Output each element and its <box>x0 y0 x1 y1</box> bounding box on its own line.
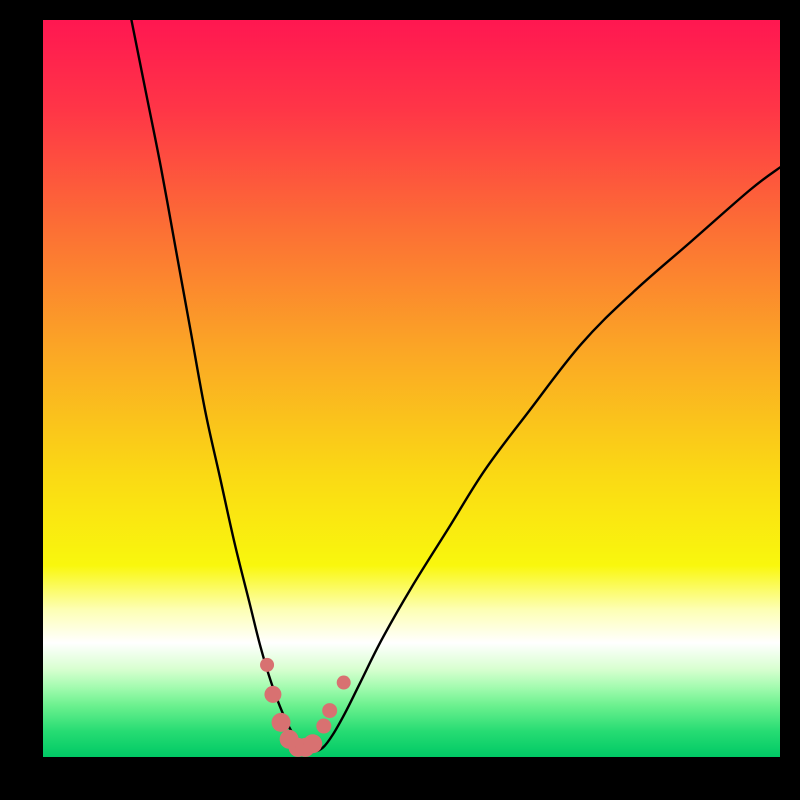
chart-frame: TheBottleneck.com <box>20 20 780 780</box>
chart-svg <box>43 20 780 757</box>
highlight-dot <box>260 658 274 672</box>
highlight-dot <box>322 703 337 718</box>
plot-area <box>43 20 780 757</box>
highlight-dot <box>316 719 331 734</box>
highlight-dot <box>272 713 291 732</box>
highlight-dot <box>337 676 351 690</box>
highlight-dot <box>264 686 281 703</box>
highlight-dot <box>303 734 322 753</box>
